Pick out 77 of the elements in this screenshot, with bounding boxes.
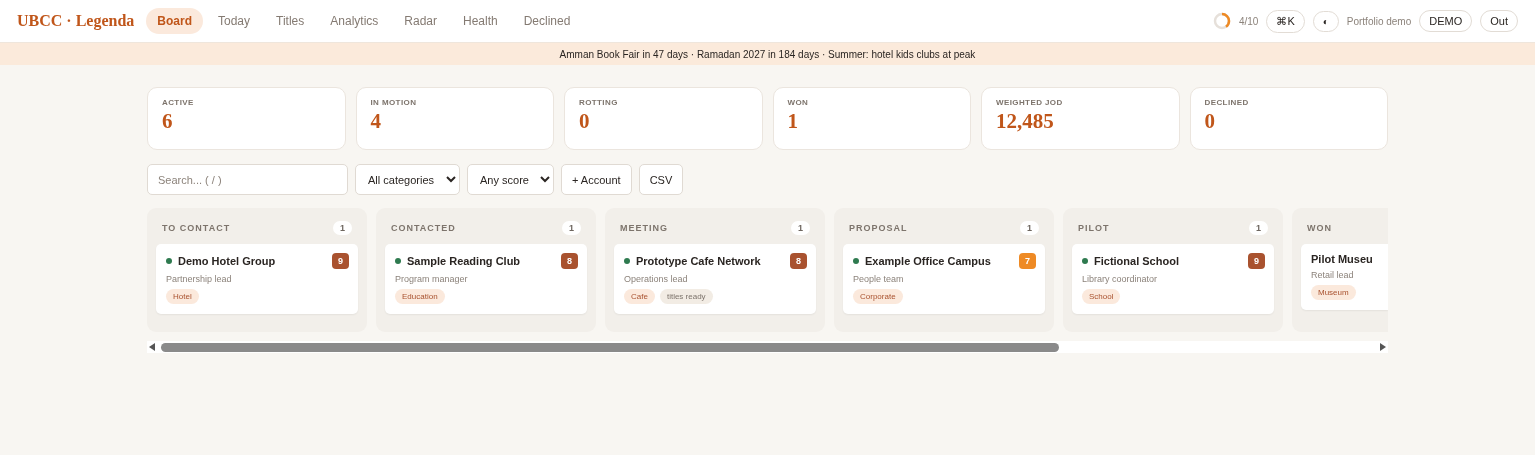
column-count: 1	[791, 221, 810, 235]
stat-value: 12,485	[996, 109, 1055, 134]
stat-label: WON	[787, 98, 810, 107]
column-title: TO CONTACT	[162, 223, 231, 233]
stat-value: 6	[162, 109, 174, 134]
nav-tab[interactable]: Analytics	[319, 8, 390, 34]
column-count: 1	[333, 221, 352, 235]
column-count: 1	[1249, 221, 1268, 235]
score-badge: 8	[561, 253, 578, 269]
account-name: Demo Hotel Group	[178, 255, 277, 267]
events-notice-text: Amman Book Fair in 47 days · Ramadan 2027 in 184 days · Summer: hotel kids clubs at peak	[559, 48, 976, 60]
stat-value: 0	[579, 109, 591, 134]
stat-label: DECLINED	[1204, 98, 1250, 107]
nav-tab[interactable]: Declined	[512, 8, 582, 34]
stat-label: ACTIVE	[162, 98, 195, 107]
contact-role: Retail lead	[1311, 270, 1355, 280]
progress-ring	[1212, 12, 1231, 30]
score-badge: 9	[332, 253, 349, 269]
csv-button[interactable]: CSV	[638, 164, 684, 195]
stat-label: ROTTING	[579, 98, 619, 107]
nav-tab[interactable]: Today	[207, 8, 262, 34]
score-badge: 9	[1248, 253, 1265, 269]
nav-tab[interactable]: Titles	[265, 8, 316, 34]
account-name: Pilot Museu	[1311, 253, 1374, 265]
logout-button[interactable]: Out	[1480, 10, 1518, 32]
status-tag: titles ready	[659, 289, 713, 304]
user-name: Portfolio demo	[1346, 15, 1412, 27]
column-count: 1	[562, 221, 581, 235]
nav-tab[interactable]: Radar	[393, 8, 448, 34]
command-button[interactable]: ⌘K	[1266, 9, 1305, 33]
score-select[interactable]: Any score	[467, 164, 554, 195]
horizontal-scrollbar[interactable]	[147, 341, 1388, 353]
category-tag: Corporate	[853, 289, 903, 304]
account-card[interactable]: Fictional School 9 Library coordinator School	[1072, 244, 1274, 314]
account-card[interactable]: Demo Hotel Group 9 Partnership lead Hotel	[156, 244, 358, 314]
column-title: PROPOSAL	[849, 223, 908, 233]
account-card[interactable]: Sample Reading Club 8 Program manager Education	[385, 244, 587, 314]
account-name: Sample Reading Club	[407, 255, 522, 267]
account-name: Prototype Cafe Network	[636, 255, 762, 267]
contact-role: People team	[853, 274, 905, 284]
account-name: Example Office Campus	[865, 255, 992, 267]
progress-count: 4/10	[1238, 15, 1259, 27]
stat-label: WEIGHTED JOD	[996, 98, 1064, 107]
app-logo: UBCC · Legenda	[17, 12, 135, 30]
stat-value: 0	[1204, 109, 1216, 134]
nav-tab[interactable]: Board	[146, 8, 203, 34]
account-card[interactable]: Pilot Museu Retail lead Museum	[1301, 244, 1388, 310]
category-tag: Hotel	[166, 289, 199, 304]
scroll-left-icon[interactable]	[147, 342, 157, 352]
demo-button[interactable]: DEMO	[1419, 10, 1473, 32]
column-title: WON	[1307, 223, 1332, 233]
stat-value: 1	[787, 109, 799, 134]
nav-tab[interactable]: Health	[452, 8, 509, 34]
column-title: CONTACTED	[391, 223, 456, 233]
category-select[interactable]: All categories	[355, 164, 460, 195]
account-card[interactable]: Prototype Cafe Network 8 Operations lead Cafe titles ready	[614, 244, 816, 314]
contact-role: Program manager	[395, 274, 469, 284]
stat-label: IN MOTION	[370, 98, 418, 107]
account-card[interactable]: Example Office Campus 7 People team Corporate	[843, 244, 1045, 314]
add-account-button[interactable]: + Account	[561, 164, 632, 195]
theme-button[interactable]: ◐	[1312, 10, 1339, 32]
search-field[interactable]: Search... ( / )	[147, 164, 348, 195]
category-tag: School	[1082, 289, 1121, 304]
category-tag: Education	[395, 289, 445, 304]
score-badge: 8	[790, 253, 807, 269]
account-name: Fictional School	[1094, 255, 1180, 267]
column-title: MEETING	[620, 223, 668, 233]
category-tag: Museum	[1311, 285, 1356, 300]
scroll-right-icon[interactable]	[1378, 342, 1388, 352]
score-badge: 7	[1019, 253, 1036, 269]
column-count: 1	[1020, 221, 1039, 235]
contact-role: Operations lead	[624, 274, 689, 284]
category-tag: Cafe	[624, 289, 655, 304]
stat-value: 4	[370, 109, 382, 134]
contact-role: Library coordinator	[1082, 274, 1159, 284]
column-title: PILOT	[1078, 223, 1110, 233]
contact-role: Partnership lead	[166, 274, 233, 284]
